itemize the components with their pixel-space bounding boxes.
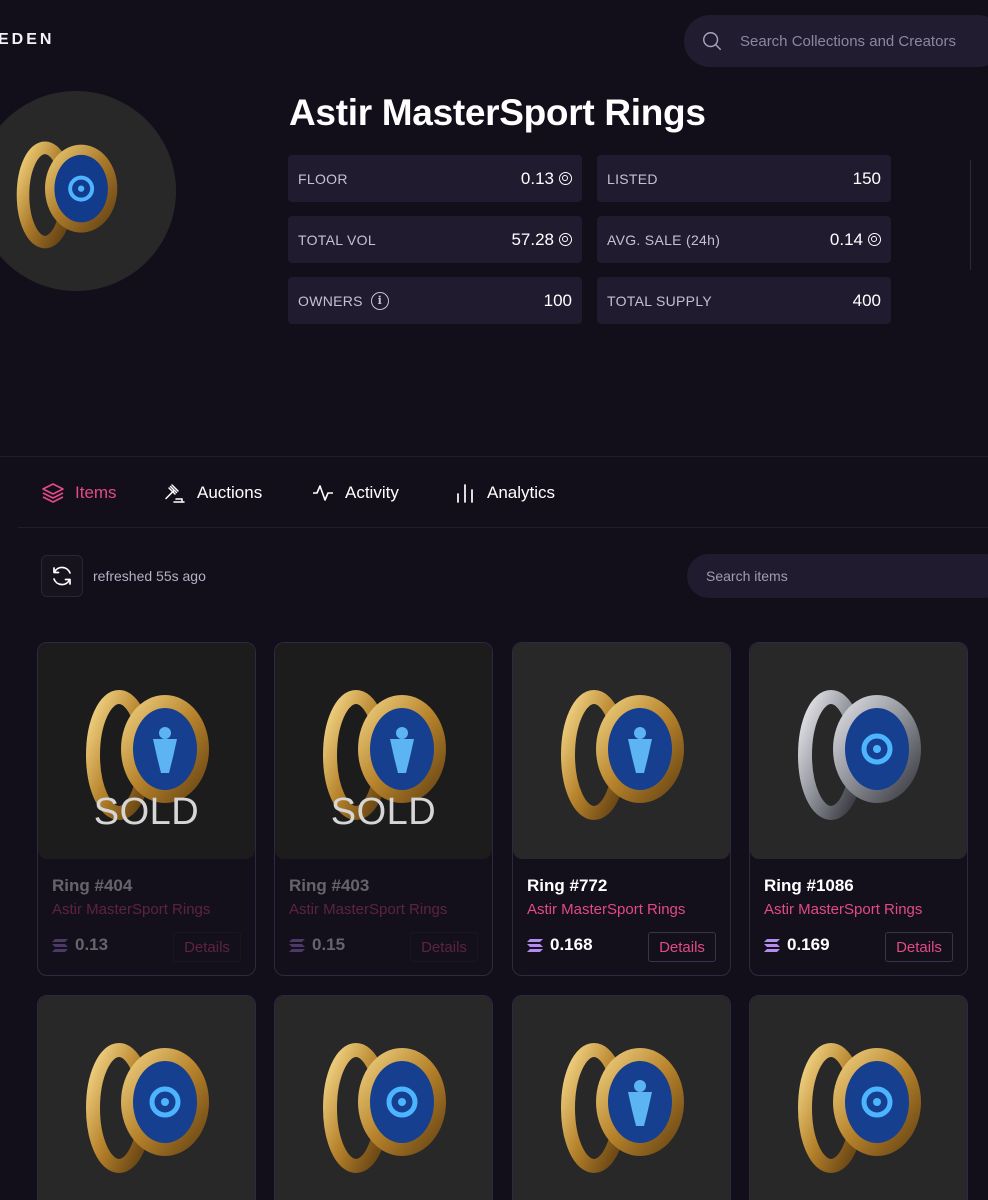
global-search-input[interactable] [740,32,980,50]
info-icon[interactable]: i [370,291,389,310]
details-button[interactable]: Details [885,932,953,962]
stat-owners: OWNERS i 100 [288,277,582,324]
item-name: Ring #1086 [764,876,854,895]
stat-total-supply: TOTAL SUPPLY 400 [597,277,891,324]
sol-icon [559,172,572,185]
item-price: 0.169 [764,935,830,955]
item-price: 0.15 [289,935,345,955]
sold-badge: SOLD [330,791,437,833]
stat-floor: FLOOR 0.13 [288,155,582,202]
item-name: Ring #772 [527,876,608,895]
refresh-icon [53,566,71,586]
tab-auctions-label: Auctions [197,483,263,502]
ring-image [86,1043,209,1173]
brand-logo[interactable]: EDEN [0,31,54,49]
item-collection[interactable]: Astir MasterSport Rings [52,901,210,918]
search-icon [703,32,722,51]
item-card[interactable]: Ring #1086 Astir MasterSport Rings 0.169… [749,642,968,976]
details-button[interactable]: Details [648,932,716,962]
item-name: Ring #404 [52,876,133,895]
stat-total-vol: TOTAL VOL 57.28 [288,216,582,263]
item-image [513,643,730,859]
item-card[interactable] [512,995,731,1200]
ring-image [561,690,684,820]
stat-listed: LISTED 150 [597,155,891,202]
stat-listed-label: LISTED [607,170,658,187]
ring-image [561,1043,684,1173]
details-button[interactable]: Details [173,932,241,962]
item-image [275,996,492,1200]
solana-icon [764,938,780,952]
gavel-icon [165,484,185,503]
item-collection[interactable]: Astir MasterSport Rings [527,901,685,918]
tab-analytics-label: Analytics [487,483,556,502]
tab-auctions[interactable]: Auctions [163,478,262,508]
sol-icon [868,233,881,246]
tab-analytics[interactable]: Analytics [453,478,555,508]
bar-chart-icon [457,484,473,503]
item-image [750,996,967,1200]
divider [0,456,988,457]
item-image [513,996,730,1200]
stat-listed-value: 150 [852,168,881,188]
stat-avg-sale-label: AVG. SALE (24h) [607,231,721,248]
stat-owners-label: OWNERS [298,292,363,309]
ring-image [323,1043,446,1173]
details-button[interactable]: Details [410,932,478,962]
stat-total-supply-value: 400 [852,290,881,310]
stat-total-supply-label: TOTAL SUPPLY [607,292,713,309]
item-price-value: 0.168 [550,935,593,954]
stat-avg-sale-value: 0.14 [829,229,863,249]
item-price-value: 0.13 [75,935,109,954]
sold-badge: SOLD [93,791,200,833]
item-card[interactable] [37,995,256,1200]
solana-icon [527,938,543,952]
global-search[interactable] [684,15,988,67]
item-search-input[interactable] [706,568,966,584]
tab-items-label: Items [75,483,117,502]
tab-activity-label: Activity [345,483,399,502]
stat-total-vol-label: TOTAL VOL [298,231,376,248]
stat-floor-label: FLOOR [298,170,348,187]
sol-icon [559,233,572,246]
item-card[interactable] [274,995,493,1200]
ring-image [798,690,921,820]
stat-owners-value: 100 [543,290,572,310]
item-price: 0.13 [52,935,108,955]
item-search[interactable] [687,554,988,598]
item-card[interactable] [749,995,968,1200]
item-card[interactable]: SOLD Ring #403 Astir MasterSport Rings 0… [274,642,493,976]
item-price-value: 0.169 [787,935,830,954]
collection-avatar [0,91,176,291]
item-image [750,643,967,859]
solana-icon [289,938,305,952]
item-name: Ring #403 [289,876,370,895]
divider [18,527,988,528]
collection-title: Astir MasterSport Rings [289,92,706,133]
ring-image [798,1043,921,1173]
solana-icon [52,938,68,952]
item-collection[interactable]: Astir MasterSport Rings [764,901,922,918]
stat-total-vol-value: 57.28 [511,229,554,249]
divider [970,160,971,270]
layers-icon [42,483,64,503]
stat-avg-sale: AVG. SALE (24h) 0.14 [597,216,891,263]
refresh-button[interactable] [41,555,83,597]
tab-activity[interactable]: Activity [311,478,399,508]
item-image [38,996,255,1200]
item-collection[interactable]: Astir MasterSport Rings [289,901,447,918]
item-card[interactable]: SOLD Ring #404 Astir MasterSport Rings 0… [37,642,256,976]
item-card[interactable]: Ring #772 Astir MasterSport Rings 0.168 … [512,642,731,976]
item-price-value: 0.15 [312,935,346,954]
item-price: 0.168 [527,935,593,955]
stat-floor-value: 0.13 [520,168,554,188]
ring-image [16,141,118,249]
tab-items[interactable]: Items [41,478,117,508]
activity-icon [313,485,333,501]
refresh-status: refreshed 55s ago [93,568,206,584]
